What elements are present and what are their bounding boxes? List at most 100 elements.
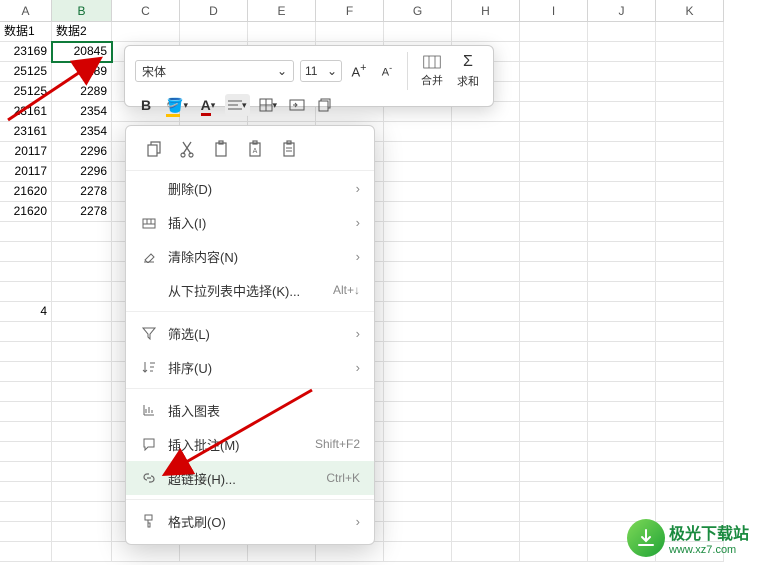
cell[interactable] (0, 282, 52, 302)
cell[interactable] (452, 22, 520, 42)
col-header-C[interactable]: C (112, 0, 180, 22)
cell[interactable]: 2354 (52, 122, 112, 142)
cell[interactable] (520, 482, 588, 502)
cell[interactable] (520, 42, 588, 62)
cell[interactable] (520, 522, 588, 542)
cell[interactable] (520, 362, 588, 382)
cell[interactable] (520, 282, 588, 302)
cell[interactable] (588, 402, 656, 422)
cell[interactable] (656, 302, 724, 322)
cell[interactable] (52, 242, 112, 262)
menu-filter[interactable]: 筛选(L)› (126, 316, 374, 350)
menu-insert-comment[interactable]: 插入批注(M)Shift+F2 (126, 427, 374, 461)
cell[interactable] (452, 542, 520, 562)
sum-button[interactable]: Σ 求和 (453, 53, 483, 89)
cell[interactable] (656, 442, 724, 462)
cell[interactable] (656, 262, 724, 282)
col-header-H[interactable]: H (452, 0, 520, 22)
cell[interactable] (248, 22, 316, 42)
decrease-font-button[interactable]: A- (376, 60, 398, 82)
cell[interactable] (384, 542, 452, 562)
cell[interactable]: 2296 (52, 162, 112, 182)
cell[interactable] (52, 262, 112, 282)
cell[interactable] (588, 462, 656, 482)
cell[interactable] (520, 442, 588, 462)
cell[interactable] (52, 522, 112, 542)
cell[interactable] (52, 382, 112, 402)
cell[interactable] (656, 382, 724, 402)
col-header-J[interactable]: J (588, 0, 656, 22)
cell[interactable] (0, 442, 52, 462)
cell[interactable] (520, 182, 588, 202)
cell[interactable] (52, 362, 112, 382)
menu-format-painter[interactable]: 格式刷(O)› (126, 504, 374, 538)
cell[interactable] (656, 482, 724, 502)
cell[interactable] (52, 442, 112, 462)
cell[interactable] (588, 202, 656, 222)
cell[interactable] (520, 82, 588, 102)
cell[interactable]: 20845 (52, 42, 112, 62)
cell[interactable] (452, 422, 520, 442)
cell[interactable] (52, 542, 112, 562)
cell[interactable] (452, 302, 520, 322)
cell[interactable] (52, 422, 112, 442)
cell[interactable] (656, 402, 724, 422)
menu-insert-chart[interactable]: 插入图表 (126, 393, 374, 427)
cell[interactable] (52, 282, 112, 302)
cell[interactable] (384, 302, 452, 322)
cell[interactable] (452, 222, 520, 242)
cell[interactable] (520, 502, 588, 522)
cell[interactable] (384, 122, 452, 142)
cell[interactable] (520, 302, 588, 322)
cell[interactable] (588, 442, 656, 462)
cell[interactable] (384, 262, 452, 282)
cell[interactable] (180, 542, 248, 562)
cell[interactable] (588, 322, 656, 342)
cell[interactable] (0, 382, 52, 402)
cell[interactable] (0, 342, 52, 362)
cell[interactable] (0, 422, 52, 442)
cell[interactable] (452, 242, 520, 262)
cell[interactable] (384, 402, 452, 422)
cell[interactable] (52, 302, 112, 322)
cell[interactable] (588, 102, 656, 122)
cell[interactable] (588, 482, 656, 502)
cell[interactable] (588, 22, 656, 42)
cell[interactable] (452, 282, 520, 302)
cell[interactable] (452, 402, 520, 422)
increase-font-button[interactable]: A+ (348, 60, 370, 82)
cell[interactable] (0, 462, 52, 482)
cell[interactable] (520, 242, 588, 262)
cell[interactable] (384, 162, 452, 182)
cell[interactable] (656, 222, 724, 242)
cell[interactable]: 20117 (0, 162, 52, 182)
menu-delete[interactable]: 删除(D)› (126, 171, 374, 205)
cell[interactable] (0, 402, 52, 422)
cell[interactable] (520, 202, 588, 222)
cell[interactable] (656, 162, 724, 182)
cell[interactable] (520, 402, 588, 422)
cell[interactable] (520, 322, 588, 342)
copy-icon[interactable] (140, 136, 168, 162)
cell[interactable] (0, 242, 52, 262)
cell[interactable] (452, 522, 520, 542)
cell[interactable] (452, 382, 520, 402)
cell[interactable] (656, 122, 724, 142)
cell[interactable] (384, 362, 452, 382)
cell[interactable] (656, 422, 724, 442)
cell[interactable] (452, 442, 520, 462)
cell[interactable] (452, 322, 520, 342)
menu-sort[interactable]: 排序(U)› (126, 350, 374, 384)
menu-hyperlink[interactable]: 超链接(H)...Ctrl+K (126, 461, 374, 495)
cell[interactable]: 2278 (52, 182, 112, 202)
cell[interactable] (588, 42, 656, 62)
cell[interactable] (656, 62, 724, 82)
cell[interactable] (248, 542, 316, 562)
cell[interactable] (656, 342, 724, 362)
cell[interactable] (52, 402, 112, 422)
cell[interactable] (384, 142, 452, 162)
cell[interactable] (52, 502, 112, 522)
cell[interactable] (384, 342, 452, 362)
align-button[interactable]: ▾ (225, 94, 250, 116)
cell[interactable] (384, 462, 452, 482)
